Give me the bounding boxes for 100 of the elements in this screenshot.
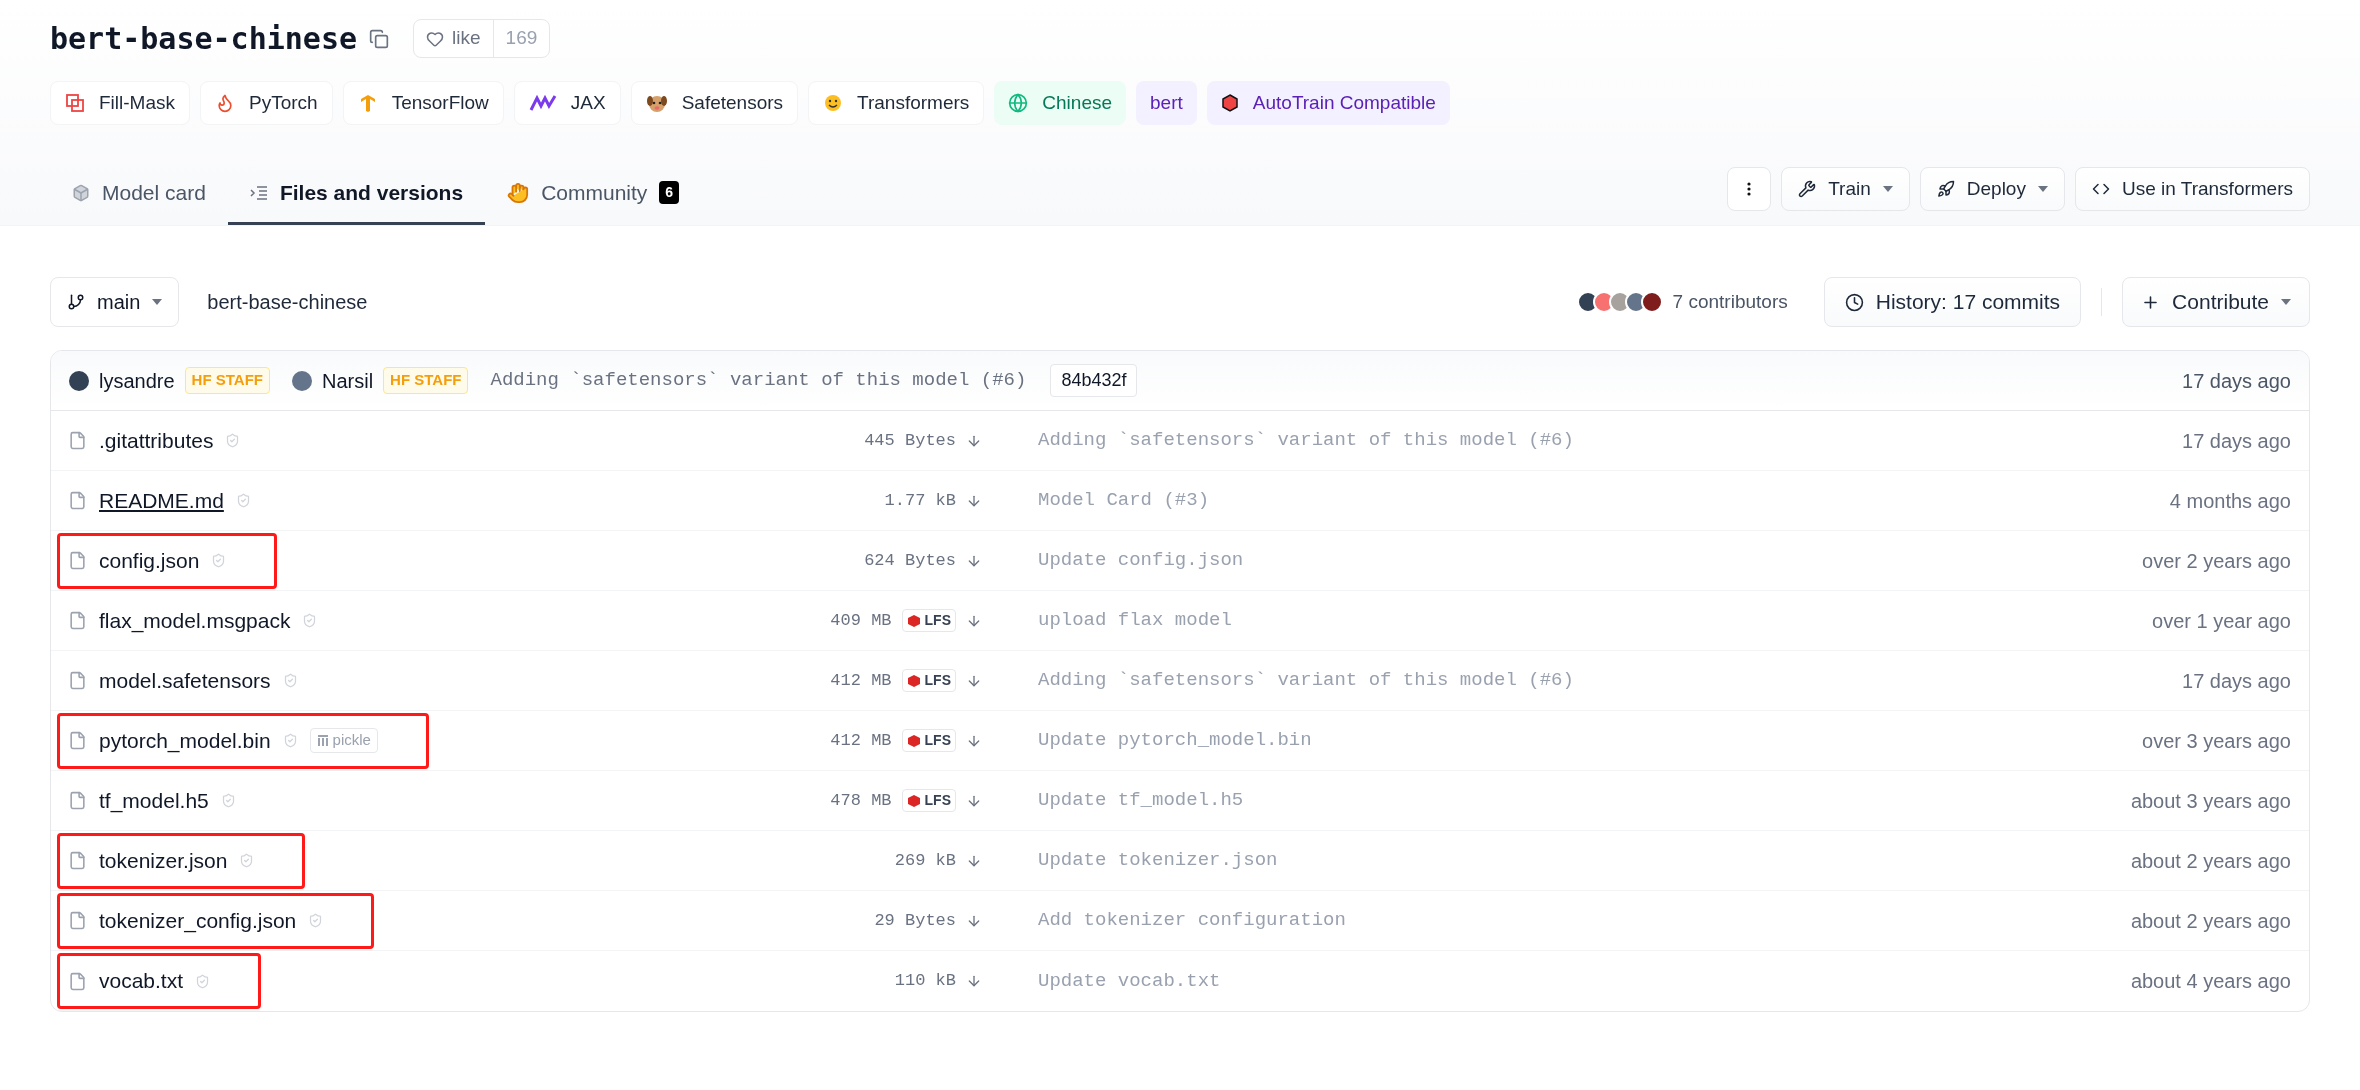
commit-message[interactable]: Adding `safetensors` variant of this model (#6)	[490, 366, 1027, 395]
more-icon	[1747, 182, 1752, 196]
file-row[interactable]: .gitattributes 445 Bytes Adding `safetensors` variant of this model (#6) 17 days ago	[51, 411, 2309, 471]
columns-icon	[316, 734, 329, 747]
shield-icon	[211, 553, 227, 568]
file-name[interactable]: model.safetensors	[99, 664, 271, 697]
file-row[interactable]: tokenizer_config.json 29 Bytes Add tokenizer configuration about 2 years ago	[51, 891, 2309, 951]
file-name[interactable]: pytorch_model.bin	[99, 724, 271, 757]
cube-icon	[1220, 94, 1239, 112]
tag[interactable]: Fill-Mask	[50, 81, 190, 125]
file-size: 412 MB	[830, 729, 892, 752]
author-link[interactable]: lysandre	[99, 365, 175, 396]
squares-icon	[65, 93, 85, 113]
lfs-badge: LFS	[901, 669, 956, 692]
author-link[interactable]: Narsil	[322, 365, 374, 396]
logo-icon	[528, 94, 557, 112]
shield-icon	[225, 433, 241, 448]
file-size: 445 Bytes	[864, 429, 956, 452]
rocket-icon	[1936, 180, 1955, 198]
shield-icon	[282, 673, 298, 688]
count-badge: 6	[659, 181, 680, 204]
tag[interactable]: JAX	[513, 81, 621, 125]
action-button[interactable]: Use in Transformers	[2074, 167, 2310, 211]
commit-date: about 4 years ago	[2130, 969, 2292, 994]
tag[interactable]: AutoTrain Compatible	[1206, 81, 1450, 125]
lfs-badge: LFS	[901, 609, 956, 632]
cube-icon	[906, 613, 921, 628]
file-row[interactable]: README.md 1.77 kB Model Card (#3) 4 months ago	[51, 471, 2309, 531]
file-name[interactable]: README.md	[99, 484, 224, 517]
file-name[interactable]: config.json	[99, 544, 200, 577]
file-size: 110 kB	[894, 970, 956, 993]
shield-icon	[220, 793, 236, 808]
commit-date: over 3 years ago	[2142, 728, 2292, 754]
commit-date: about 2 years ago	[2130, 848, 2292, 874]
commit-date: over 1 year ago	[2152, 608, 2292, 634]
shield-icon	[302, 613, 318, 628]
cube-icon	[906, 733, 921, 748]
tag[interactable]: bert	[1136, 81, 1197, 125]
like-button[interactable]: like 169	[413, 19, 551, 58]
like-label: like	[452, 26, 481, 51]
file-icon	[68, 491, 87, 510]
shield-icon	[282, 733, 298, 748]
file-name[interactable]: tokenizer_config.json	[99, 904, 297, 937]
globe-icon	[1008, 93, 1029, 113]
caret-icon	[2281, 299, 2291, 305]
commit-date: 4 months ago	[2169, 488, 2292, 514]
shield-icon	[239, 853, 255, 868]
shield-icon	[235, 493, 251, 508]
tab[interactable]: Model card	[50, 163, 228, 225]
file-name[interactable]: flax_model.msgpack	[99, 604, 291, 637]
staff-badge: HF STAFF	[383, 367, 469, 394]
file-name[interactable]: .gitattributes	[99, 424, 214, 457]
action-button[interactable]: Deploy	[1919, 167, 2065, 211]
file-size: 412 MB	[830, 669, 892, 692]
file-icon	[68, 431, 87, 450]
file-row[interactable]: config.json 624 Bytes Update config.json over 2 years ago	[51, 531, 2309, 591]
tag[interactable]: TensorFlow	[342, 81, 504, 125]
commit-date: over 2 years ago	[2142, 548, 2292, 574]
branch-button[interactable]: main	[50, 277, 180, 327]
download-icon[interactable]	[966, 973, 982, 989]
file-size: 29 Bytes	[874, 909, 956, 932]
file-row[interactable]: tokenizer.json 269 kB Update tokenizer.json about 2 years ago	[51, 831, 2309, 891]
file-row[interactable]: tf_model.h5 478 MB LFS Update tf_model.h5 about 3 years ago	[51, 771, 2309, 831]
file-size: 1.77 kB	[884, 489, 956, 512]
file-name[interactable]: tokenizer.json	[99, 844, 228, 877]
tag[interactable]: PyTorch	[200, 81, 333, 125]
shield-icon	[195, 973, 211, 989]
repo-path: bert-base-chinese	[207, 290, 368, 315]
tag[interactable]: Chinese	[994, 81, 1127, 125]
file-row[interactable]: flax_model.msgpack 409 MB LFS upload flax model over 1 year ago	[51, 591, 2309, 651]
tab[interactable]: Community 6	[485, 163, 702, 225]
file-icon	[68, 911, 87, 930]
commit-hash[interactable]: 84b432f	[1050, 364, 1138, 397]
dog-icon	[645, 93, 668, 113]
smiley-icon	[823, 93, 844, 113]
action-button[interactable]: Train	[1781, 167, 1910, 211]
file-icon	[68, 671, 87, 690]
hand-icon	[507, 181, 530, 204]
copy-icon[interactable]	[369, 28, 390, 49]
contribute-button[interactable]: Contribute	[2122, 277, 2310, 327]
tag[interactable]: Transformers	[808, 81, 985, 125]
file-name[interactable]: vocab.txt	[99, 965, 184, 997]
file-icon	[68, 851, 87, 870]
like-count: 169	[492, 20, 550, 57]
file-row[interactable]: vocab.txt 110 kB Update vocab.txt about 4 years ago	[51, 951, 2309, 1011]
staff-badge: HF STAFF	[184, 367, 270, 394]
lfs-badge: LFS	[901, 789, 956, 812]
file-icon	[68, 791, 87, 810]
file-icon	[68, 551, 87, 570]
list-icon	[249, 184, 268, 201]
file-row[interactable]: pytorch_model.bin pickle 412 MB LFS Update pytorch_model.bin over 3 years ago	[51, 711, 2309, 771]
history-button[interactable]: History: 17 commits	[1823, 277, 2082, 327]
file-row[interactable]: model.safetensors 412 MB LFS Adding `safetensors` variant of this model (#6) 17 days ago	[51, 651, 2309, 711]
contributors-link[interactable]: 7 contributors	[1672, 287, 1788, 317]
heart-icon	[426, 29, 445, 48]
commit-date: about 2 years ago	[2130, 908, 2292, 934]
tag[interactable]: Safetensors	[630, 81, 799, 125]
tab[interactable]: Files and versions	[227, 163, 486, 225]
commit-date: about 3 years ago	[2130, 788, 2292, 814]
file-name[interactable]: tf_model.h5	[99, 784, 209, 817]
